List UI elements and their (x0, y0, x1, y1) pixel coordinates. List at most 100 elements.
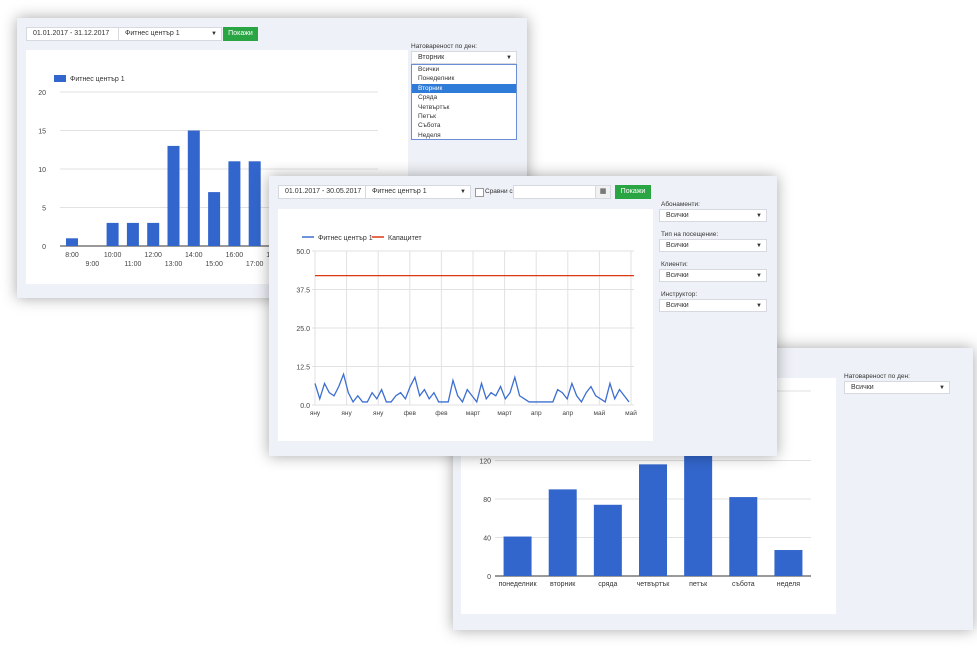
bar (228, 161, 241, 246)
filter-label: Тип на посещение: (661, 231, 719, 238)
compare-label: Сравни с: (485, 188, 515, 195)
show-button[interactable]: Покажи (223, 27, 258, 41)
day-option[interactable]: Всички (412, 65, 516, 74)
legend-label: Фитнес център 1 (318, 235, 373, 242)
bar (684, 441, 713, 576)
chevron-down-icon: ▼ (756, 303, 762, 309)
chevron-down-icon: ▼ (460, 189, 466, 195)
day-option[interactable]: Понеделник (412, 74, 516, 83)
filter-select-value: Всички (666, 272, 689, 279)
y-tick-label: 0 (42, 244, 46, 251)
show-button[interactable]: Покажи (615, 185, 651, 199)
bar (503, 536, 532, 576)
load-by-day-label: Натовареност по ден: (844, 373, 910, 380)
filter-label: Клиенти: (661, 261, 688, 268)
x-tick-label: фев (404, 410, 417, 417)
day-option[interactable]: Четвъртък (412, 103, 516, 112)
compare-checkbox[interactable] (475, 188, 484, 197)
day-option[interactable]: Вторник (412, 83, 516, 94)
day-option[interactable]: Петък (412, 112, 516, 121)
y-tick-label: 0 (487, 574, 491, 581)
bar (208, 192, 221, 246)
filter-select[interactable]: Всички ▼ (659, 239, 767, 252)
calendar-button[interactable]: ▦ (595, 185, 611, 199)
day-option[interactable]: Сряда (412, 93, 516, 102)
legend-swatch (54, 75, 66, 82)
x-tick-label: четвъртък (637, 581, 671, 588)
y-tick-label: 15 (38, 129, 46, 136)
load-by-day-select[interactable]: Вторник ▼ (411, 51, 517, 64)
x-tick-label: яну (310, 410, 321, 417)
bar (147, 222, 160, 246)
y-tick-label: 5 (42, 206, 46, 213)
bar (167, 145, 180, 246)
filter-label: Абонаменти: (661, 201, 700, 208)
bar (248, 161, 261, 246)
bar (548, 489, 577, 576)
x-tick-label: май (625, 409, 637, 417)
bar (774, 550, 803, 576)
legend-label: Капацитет (388, 235, 422, 242)
bar (66, 238, 78, 246)
x-tick-label: 10:00 (104, 252, 122, 259)
x-tick-label: 13:00 (165, 261, 183, 268)
center-select[interactable]: Фитнес център 1 ▼ (365, 185, 471, 199)
center-select-value: Фитнес център 1 (125, 30, 180, 37)
x-tick-label: 14:00 (185, 252, 203, 259)
chevron-down-icon: ▼ (506, 55, 512, 61)
filter-select-value: Всички (666, 212, 689, 219)
load-by-day-value: Всички (851, 384, 874, 391)
legend-label: Фитнес център 1 (70, 76, 125, 83)
filter-select-value: Всички (666, 242, 689, 249)
bar (639, 464, 667, 576)
attendance-line-chart: 0.0 12.5 25.0 37.5 50.0 яну яну яну фев фев март ма… (296, 235, 637, 417)
day-option[interactable]: Събота (412, 121, 516, 130)
filter-select[interactable]: Всички ▼ (659, 269, 767, 282)
y-tick-label: 0.0 (300, 403, 310, 410)
load-by-day-value: Вторник (418, 54, 445, 61)
y-tick-label: 25.0 (296, 326, 310, 333)
x-tick-label: 11:00 (124, 261, 141, 268)
y-tick-label: 120 (479, 459, 491, 466)
x-tick-label: 15:00 (205, 261, 223, 268)
x-tick-label: апр (531, 410, 542, 417)
x-tick-label: 12:00 (144, 252, 162, 259)
day-options-list: Всички Понеделник Вторник Сряда Четвъртък Пет… (411, 64, 517, 140)
y-tick-label: 80 (483, 497, 491, 504)
x-tick-label: 8:00 (65, 252, 79, 259)
x-tick-label: яну (373, 410, 384, 417)
x-tick-label: яну (341, 410, 352, 417)
date-range-input[interactable]: 01.01.2017 - 31.12.2017 (26, 27, 130, 41)
y-tick-label: 20 (38, 90, 46, 97)
calendar-icon: ▦ (599, 188, 607, 195)
x-tick-label: сряда (598, 581, 617, 588)
load-by-day-select[interactable]: Всички ▼ (844, 381, 950, 394)
day-option[interactable]: Неделя (412, 131, 516, 140)
bar (126, 222, 139, 246)
filter-select[interactable]: Всички ▼ (659, 209, 767, 222)
filter-select-value: Всички (666, 302, 689, 309)
y-tick-label: 12.5 (296, 365, 310, 372)
chevron-down-icon: ▼ (211, 31, 217, 37)
x-tick-label: 17:00 (246, 261, 264, 268)
attendance-chart-card: 0.0 12.5 25.0 37.5 50.0 яну яну яну фев фев март ма… (278, 209, 653, 441)
x-tick-label: вторник (550, 581, 576, 588)
x-tick-label: март (497, 410, 512, 417)
x-tick-label: апр (562, 410, 573, 417)
compare-input[interactable] (513, 185, 601, 199)
x-tick-label: петък (689, 581, 708, 588)
filter-select[interactable]: Всички ▼ (659, 299, 767, 312)
filter-label: Инструктор: (661, 291, 698, 298)
chevron-down-icon: ▼ (756, 243, 762, 249)
bar (106, 222, 119, 246)
x-tick-label: 9:00 (85, 261, 99, 268)
x-tick-label: неделя (777, 581, 800, 588)
y-tick-label: 37.5 (296, 288, 310, 295)
x-tick-label: събота (732, 580, 755, 588)
center-select-value: Фитнес център 1 (372, 188, 427, 195)
bar (593, 504, 622, 576)
y-tick-label: 10 (38, 167, 46, 174)
bar (187, 130, 200, 246)
chevron-down-icon: ▼ (756, 213, 762, 219)
center-select[interactable]: Фитнес център 1 ▼ (118, 27, 222, 41)
